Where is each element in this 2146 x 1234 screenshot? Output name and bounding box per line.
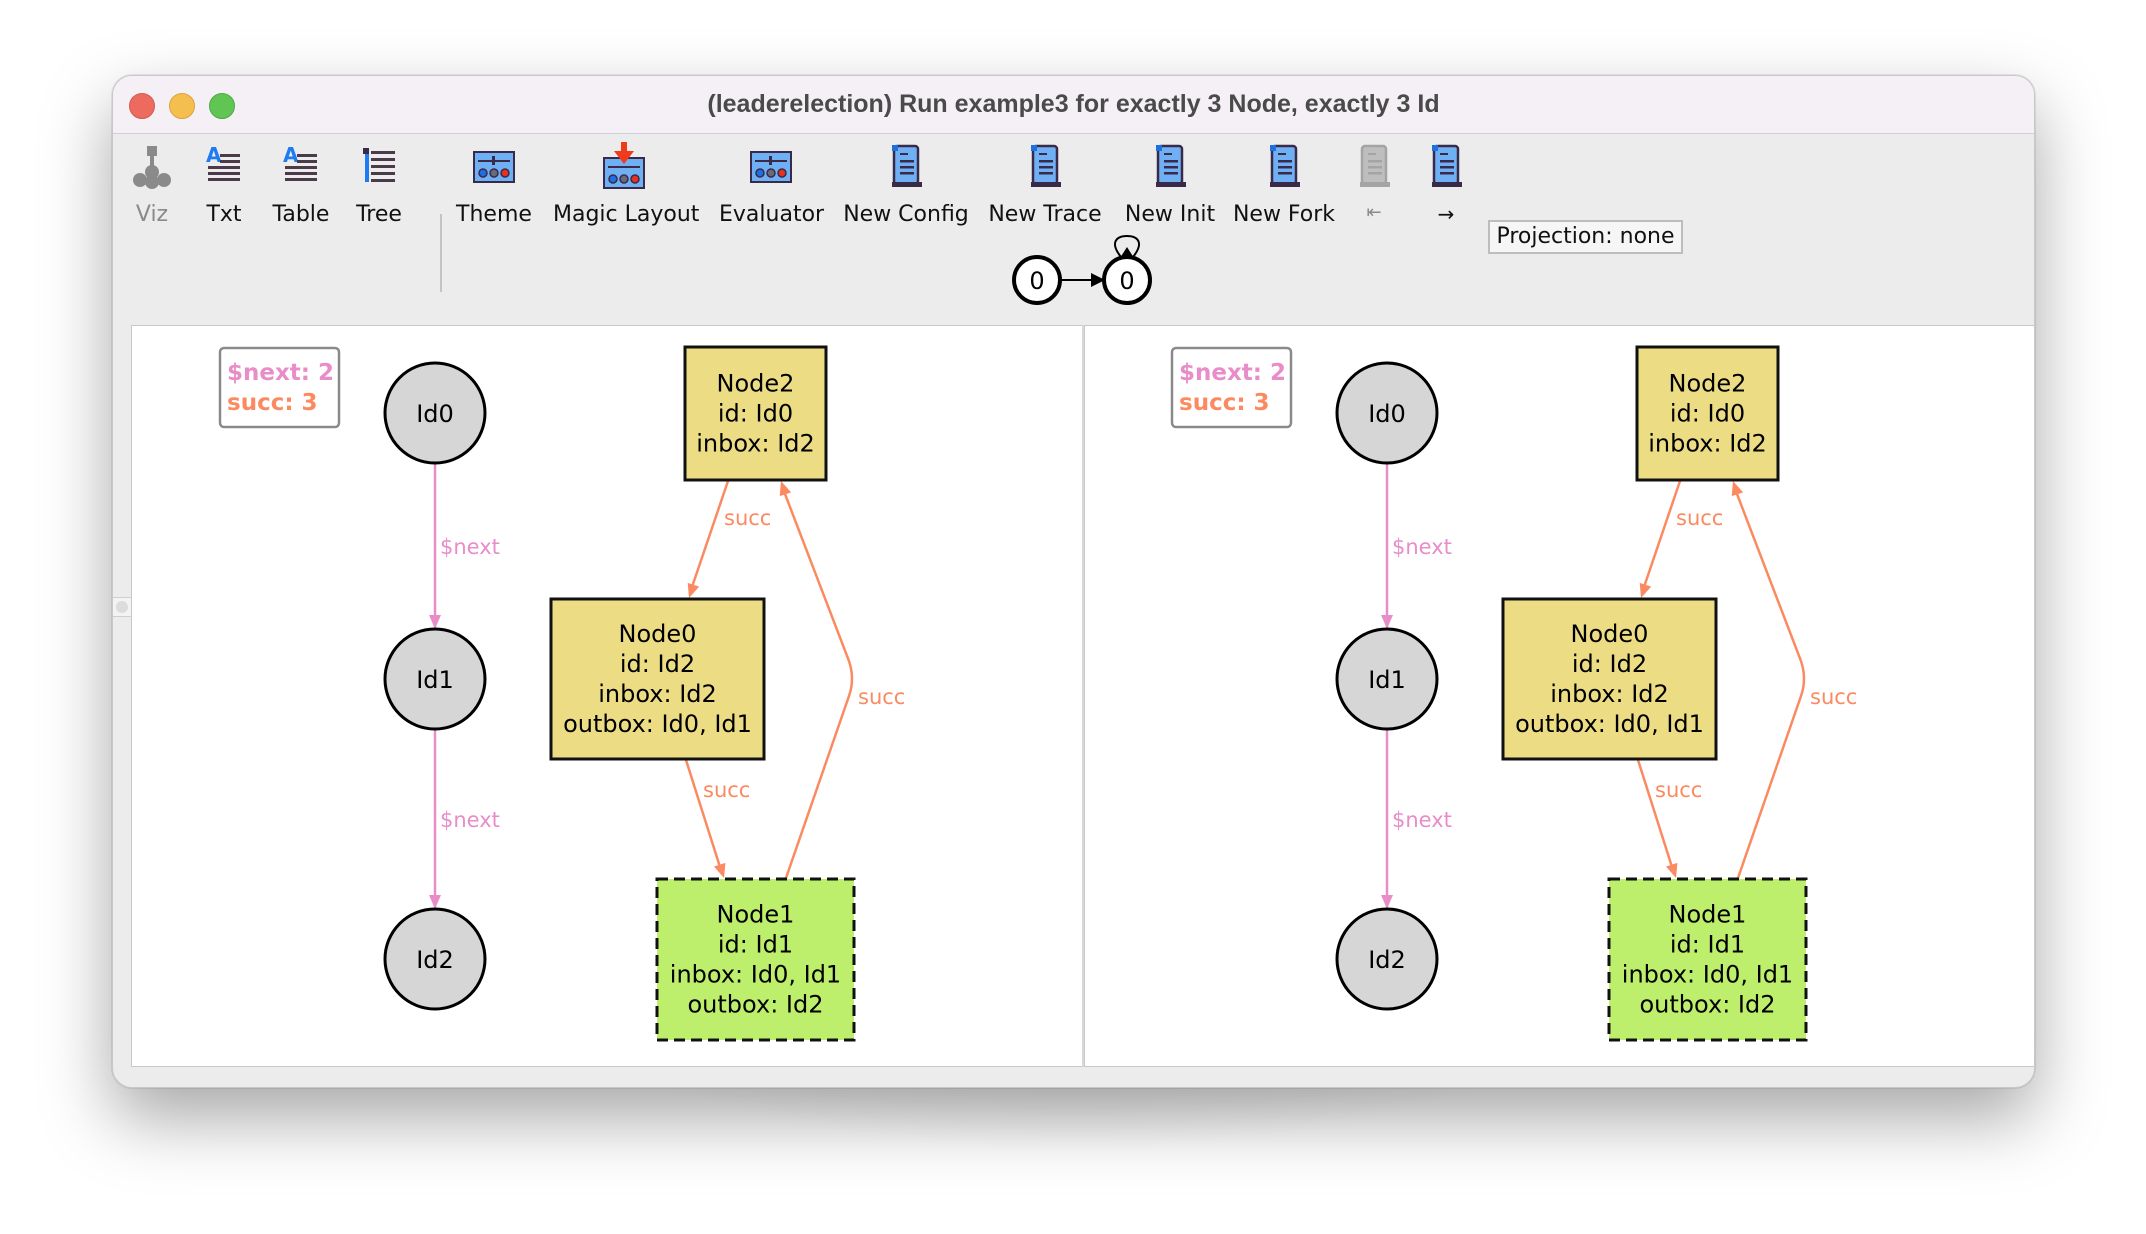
split-handle[interactable] xyxy=(113,597,131,617)
current-state-node[interactable]: 0 xyxy=(1102,255,1152,305)
app-window: (leaderelection) Run example3 for exactl… xyxy=(112,75,2035,1088)
window-title: (leaderelection) Run example3 for exactl… xyxy=(707,90,1440,118)
title-bar: (leaderelection) Run example3 for exactl… xyxy=(113,76,2034,134)
graph-panel-left xyxy=(131,325,1083,1067)
self-loop-arrowhead xyxy=(1120,247,1134,258)
state-node[interactable]: 0 xyxy=(1012,255,1062,305)
state-label: 0 xyxy=(1119,267,1134,295)
graph-panel-right xyxy=(1084,325,2034,1067)
state-label: 0 xyxy=(1029,267,1044,295)
